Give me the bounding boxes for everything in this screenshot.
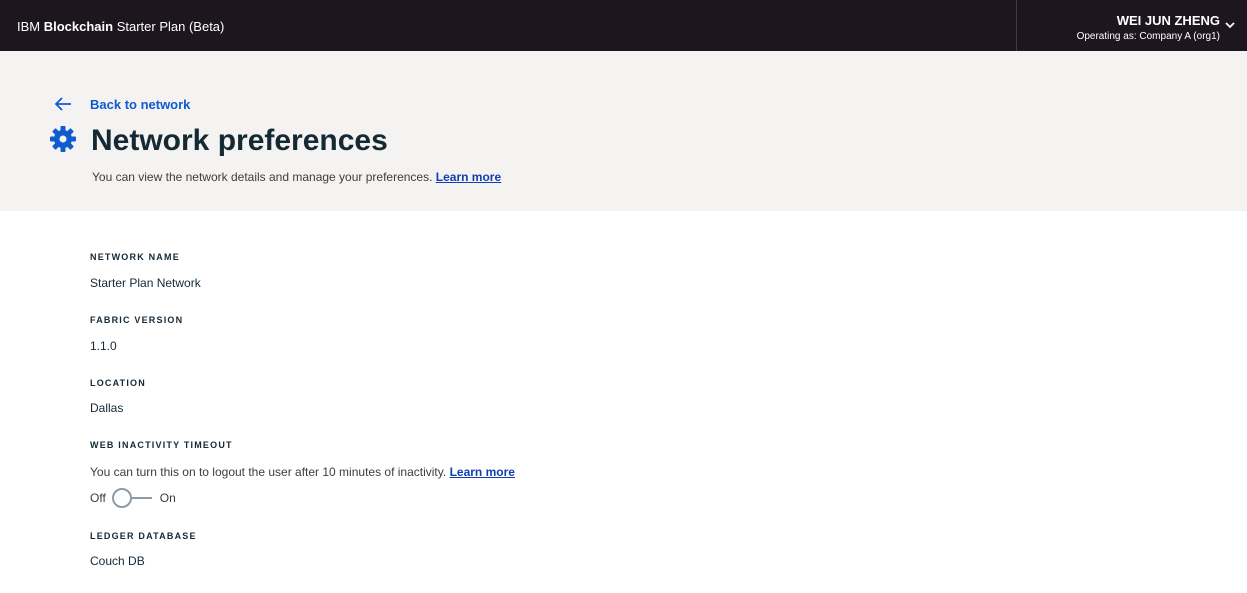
page-title: Network preferences [91, 124, 388, 157]
web-timeout-description: You can turn this on to logout the user … [90, 465, 515, 479]
learn-more-link[interactable]: Learn more [436, 170, 501, 184]
web-timeout-label: WEB INACTIVITY TIMEOUT [90, 440, 233, 450]
chevron-down-icon[interactable] [1223, 18, 1237, 32]
fabric-version-label: FABRIC VERSION [90, 315, 184, 325]
location-label: LOCATION [90, 378, 146, 388]
page-subtitle: You can view the network details and man… [92, 170, 501, 184]
top-navigation-bar: IBM Blockchain Starter Plan (Beta) WEI J… [0, 0, 1247, 51]
ledger-database-label: LEDGER DATABASE [90, 531, 197, 541]
brand-prefix: IBM [17, 19, 44, 34]
user-menu[interactable]: WEI JUN ZHENG Operating as: Company A (o… [1016, 0, 1247, 51]
subtitle-text: You can view the network details and man… [92, 170, 433, 184]
toggle-knob [111, 488, 132, 508]
ledger-database-value: Couch DB [90, 554, 145, 568]
fabric-version-value: 1.1.0 [90, 339, 117, 353]
back-to-network-link[interactable]: Back to network [54, 96, 190, 112]
gear-icon [50, 126, 76, 152]
timeout-description-text: You can turn this on to logout the user … [90, 465, 447, 479]
web-timeout-toggle[interactable] [111, 488, 154, 508]
arrow-left-icon [54, 97, 71, 111]
toggle-off-label: Off [90, 491, 106, 505]
product-brand: IBM Blockchain Starter Plan (Beta) [17, 19, 224, 34]
page-header: Back to network Network preferences You … [0, 51, 1247, 211]
location-value: Dallas [90, 401, 124, 415]
user-name: WEI JUN ZHENG [1116, 13, 1220, 28]
network-name-value: Starter Plan Network [90, 276, 201, 290]
network-name-label: NETWORK NAME [90, 252, 180, 262]
web-timeout-toggle-row: Off On [90, 487, 176, 509]
back-link-label: Back to network [90, 96, 191, 112]
timeout-learn-more-link[interactable]: Learn more [450, 465, 515, 479]
brand-suffix: Starter Plan (Beta) [113, 19, 225, 34]
toggle-on-label: On [159, 491, 176, 505]
operating-as: Operating as: Company A (org1) [1076, 31, 1220, 42]
brand-bold: Blockchain [43, 19, 114, 34]
